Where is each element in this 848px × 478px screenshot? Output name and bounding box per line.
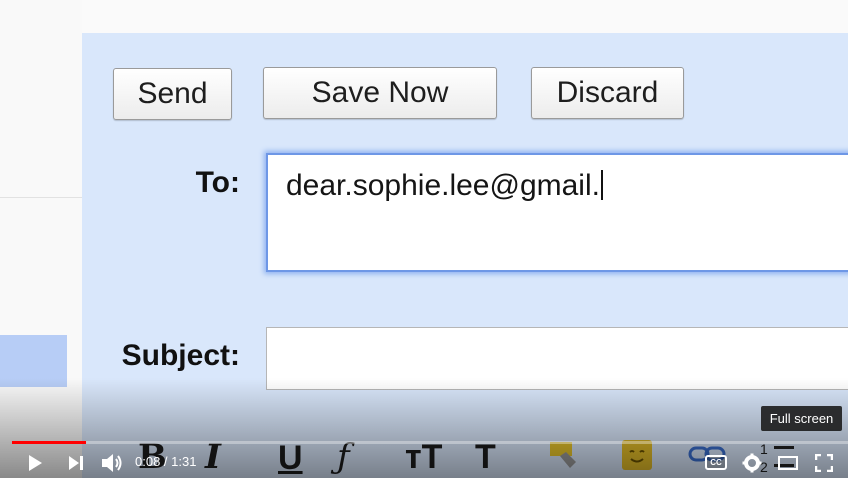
send-button[interactable]: Send	[113, 68, 232, 120]
to-field-value: dear.sophie.lee@gmail.	[286, 169, 600, 202]
discard-button[interactable]: Discard	[531, 67, 684, 119]
volume-icon[interactable]	[100, 452, 124, 474]
video-frame: Send Save Now Discard To: dear.sophie.le…	[0, 0, 848, 478]
time-current: 0:08	[135, 454, 161, 469]
save-now-button[interactable]: Save Now	[263, 67, 497, 119]
next-icon[interactable]	[67, 455, 85, 471]
progress-bar[interactable]	[12, 441, 848, 444]
progress-played	[12, 441, 86, 444]
time-separator: /	[160, 454, 172, 469]
fullscreen-icon[interactable]	[815, 454, 833, 472]
to-label: To:	[195, 166, 240, 199]
subtitles-icon[interactable]: CC	[705, 455, 727, 470]
page-top-strip	[0, 0, 848, 33]
time-total: 1:31	[171, 454, 197, 469]
to-field[interactable]: dear.sophie.lee@gmail.	[266, 153, 848, 272]
fullscreen-tooltip: Full screen	[761, 406, 842, 431]
play-icon[interactable]	[26, 454, 44, 472]
theater-mode-icon[interactable]	[778, 456, 798, 470]
time-display: 0:08 / 1:31	[135, 454, 196, 469]
left-pane-divider	[0, 197, 82, 198]
text-caret	[600, 170, 603, 200]
subject-label: Subject:	[121, 339, 240, 372]
settings-gear-icon[interactable]	[742, 453, 762, 473]
